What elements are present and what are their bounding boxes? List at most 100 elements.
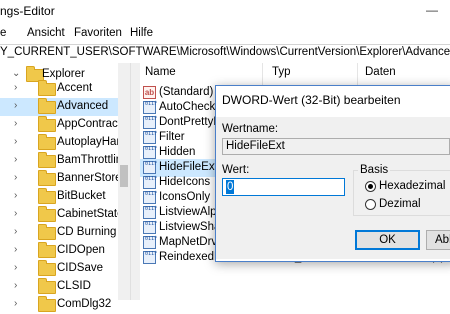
column-header-type[interactable]: Typ — [272, 66, 291, 84]
chevron-right-icon[interactable]: › — [14, 208, 17, 219]
value-data-label: Wert: — [222, 164, 250, 176]
folder-icon — [38, 134, 56, 150]
tree-item-label: AutoplayHar — [57, 136, 121, 148]
radio-decimal[interactable] — [365, 199, 376, 210]
dword-value-icon — [143, 191, 158, 204]
window-title: ngs-Editor — [0, 4, 55, 18]
dword-value-icon — [143, 221, 158, 234]
tree-item[interactable]: › CIDSave — [0, 260, 130, 278]
chevron-right-icon[interactable]: › — [14, 244, 17, 255]
radio-hexadecimal-label[interactable]: Hexadezimal — [379, 180, 445, 192]
folder-icon — [38, 170, 56, 186]
tree-item[interactable]: › Accent — [0, 80, 130, 98]
chevron-down-icon[interactable]: ⌄ — [12, 68, 20, 79]
tree-item-label: CIDSave — [57, 262, 104, 274]
menu-bar — [0, 24, 450, 44]
dword-value-icon — [143, 161, 158, 174]
tree-item[interactable]: › CLSID — [0, 278, 130, 296]
dword-value-icon — [143, 116, 158, 129]
value-name-label: Wertname: — [222, 123, 279, 135]
column-divider[interactable] — [262, 63, 263, 85]
tree-item[interactable]: › BannerStore — [0, 170, 130, 188]
tree-item-label: CD Burning — [57, 226, 117, 238]
tree-scrollbar-thumb[interactable] — [120, 165, 128, 187]
value-name: ListviewAlpl — [159, 206, 220, 218]
folder-icon — [38, 206, 56, 222]
dialog-title: DWORD-Wert (32-Bit) bearbeiten — [222, 93, 401, 107]
folder-icon — [38, 242, 56, 258]
title-bar — [0, 0, 450, 24]
value-name: (Standard) — [159, 86, 214, 98]
ok-button[interactable]: OK — [355, 230, 420, 250]
folder-icon — [38, 152, 56, 168]
value-data-text[interactable]: 0 — [226, 180, 235, 194]
base-group-label: Basis — [358, 164, 391, 176]
menu-item-favoriten[interactable]: Favoriten — [74, 27, 122, 39]
string-value-icon: ab — [143, 86, 156, 99]
chevron-right-icon[interactable]: › — [14, 190, 17, 201]
value-name-text: HideFileExt — [226, 140, 285, 152]
column-header-name[interactable]: Name — [145, 66, 176, 84]
address-path: Y_CURRENT_USER\SOFTWARE\Microsoft\Window… — [0, 46, 450, 58]
value-name: DontPrettyP — [159, 116, 221, 128]
tree-item[interactable]: › BamThrottlin — [0, 152, 130, 170]
menu-item-bearbeiten[interactable]: e — [0, 27, 6, 39]
tree-item[interactable]: › CD Burning — [0, 224, 130, 242]
chevron-right-icon[interactable]: › — [14, 154, 17, 165]
value-name: HideFileExt — [159, 161, 218, 173]
value-name: AutoCheckS — [159, 101, 223, 113]
column-divider[interactable] — [357, 63, 358, 85]
minimize-icon[interactable]: — — [426, 3, 438, 17]
tree-item-label: Explorer — [42, 68, 85, 80]
value-name: Filter — [159, 131, 185, 143]
tree-item[interactable]: › Advanced — [0, 98, 130, 116]
value-data-input[interactable] — [222, 178, 345, 196]
chevron-right-icon[interactable]: › — [14, 136, 17, 147]
folder-icon — [38, 188, 56, 204]
dword-value-icon — [143, 146, 158, 159]
tree-item[interactable]: › CabinetState — [0, 206, 130, 224]
tree-item[interactable]: › BitBucket — [0, 188, 130, 206]
folder-icon — [38, 224, 56, 240]
dword-value-icon — [143, 236, 158, 249]
dword-value-icon — [143, 101, 158, 114]
tree-item[interactable]: › ComDlg32 — [0, 296, 130, 314]
cancel-button[interactable]: Abb — [426, 230, 450, 250]
value-name: ListviewSha — [159, 221, 221, 233]
value-name: Hidden — [159, 146, 196, 158]
dword-value-icon — [143, 206, 158, 219]
tree-item-label: CabinetState — [57, 208, 124, 220]
column-header-data[interactable]: Daten — [365, 66, 396, 84]
tree-item-label: CLSID — [57, 280, 91, 292]
tree-item[interactable]: › AutoplayHar — [0, 134, 130, 152]
tree-item[interactable]: › AppContract — [0, 116, 130, 134]
chevron-right-icon[interactable]: › — [14, 100, 17, 111]
chevron-right-icon[interactable]: › — [14, 82, 17, 93]
folder-icon — [38, 98, 56, 114]
menu-item-hilfe[interactable]: Hilfe — [130, 27, 153, 39]
folder-icon — [38, 116, 56, 132]
dword-value-icon — [143, 131, 158, 144]
tree-item-label: BamThrottlin — [57, 154, 123, 166]
tree-item[interactable]: › CIDOpen — [0, 242, 130, 260]
radio-hexadecimal[interactable] — [365, 181, 376, 192]
tree-item-label: BitBucket — [57, 190, 106, 202]
tree-item-label: Accent — [57, 82, 93, 94]
dword-value-icon — [143, 251, 158, 264]
value-name: IconsOnly — [159, 191, 211, 203]
chevron-right-icon[interactable]: › — [14, 262, 17, 273]
radio-decimal-label[interactable]: Dezimal — [379, 198, 421, 210]
value-name: HideIcons — [159, 176, 211, 188]
tree-item-label: BannerStore — [57, 172, 122, 184]
folder-icon — [38, 80, 56, 96]
menu-item-ansicht[interactable]: Ansicht — [27, 27, 65, 39]
chevron-right-icon[interactable]: › — [14, 172, 17, 183]
tree-item-label: AppContract — [57, 118, 121, 130]
chevron-right-icon[interactable]: › — [14, 280, 17, 291]
chevron-right-icon[interactable]: › — [14, 118, 17, 129]
chevron-right-icon[interactable]: › — [14, 226, 17, 237]
dword-value-icon — [143, 176, 158, 189]
folder-icon — [38, 296, 56, 312]
folder-icon — [38, 278, 56, 294]
tree-item-label: Advanced — [57, 100, 109, 112]
